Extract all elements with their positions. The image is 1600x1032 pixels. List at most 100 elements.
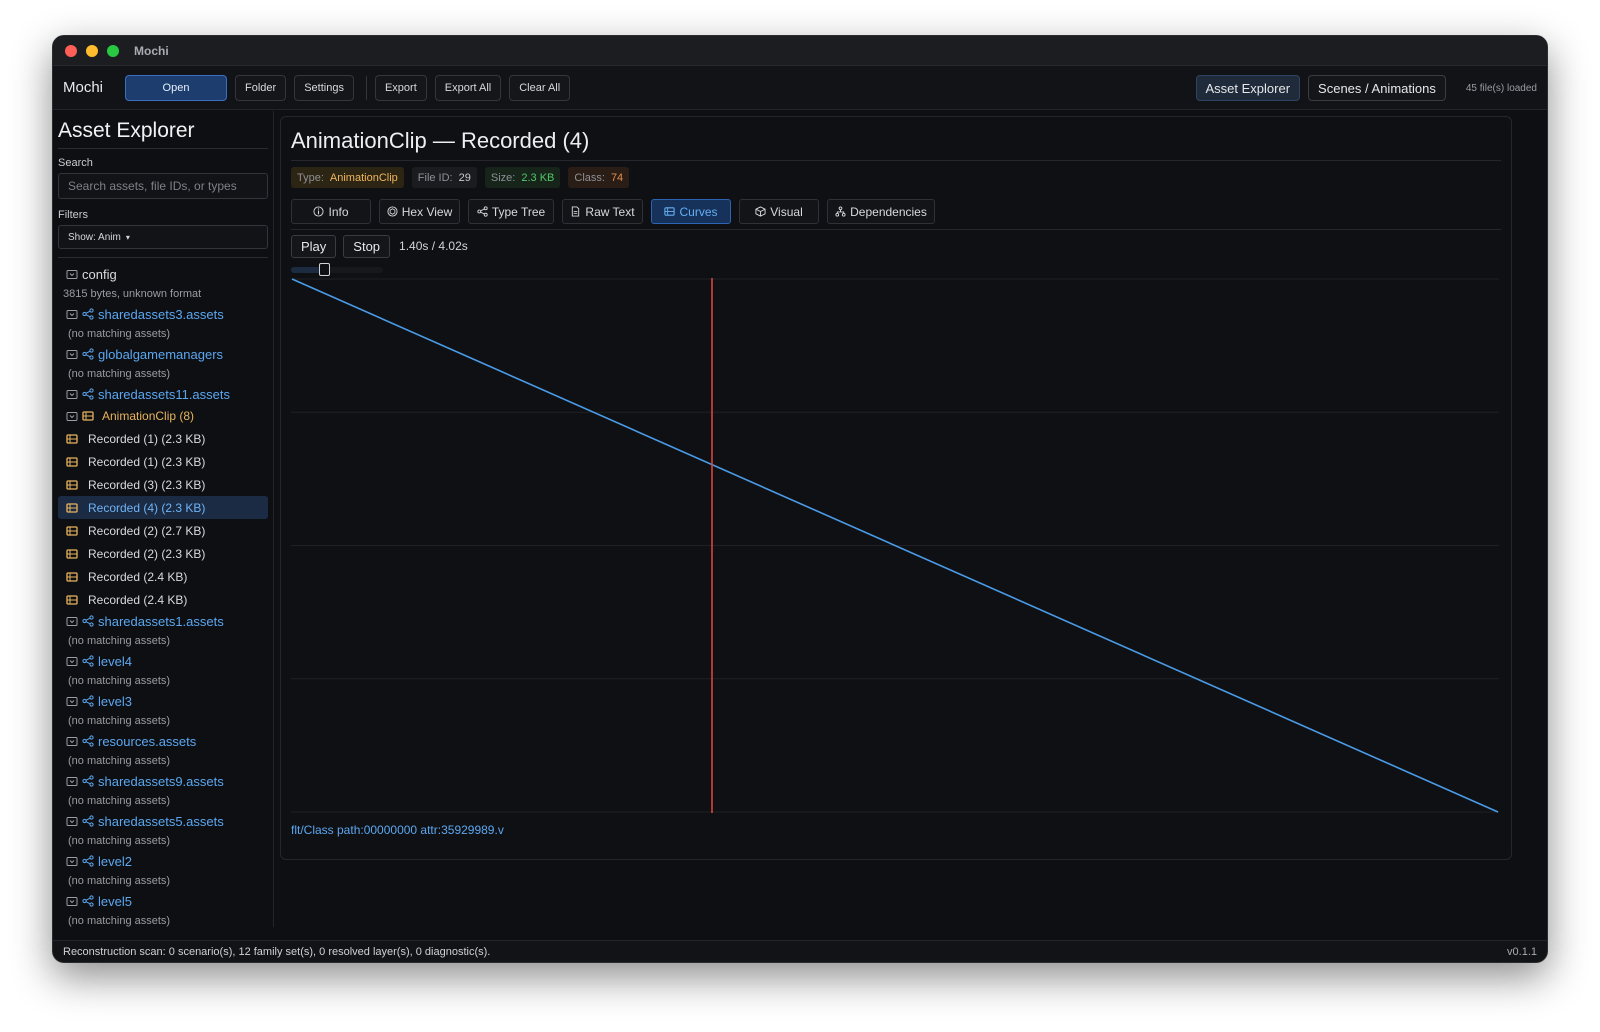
tree-node-config[interactable]: config bbox=[58, 264, 268, 284]
tab-info[interactable]: Info bbox=[291, 199, 371, 224]
film-icon bbox=[66, 479, 78, 490]
search-input[interactable]: Search assets, file IDs, or types bbox=[58, 173, 268, 199]
tab-visual[interactable]: Visual bbox=[739, 199, 819, 224]
filters-divider bbox=[58, 257, 268, 258]
tree-item-label: Recorded (2) (2.7 KB) bbox=[88, 523, 206, 538]
tree-node-file[interactable]: level4 bbox=[58, 651, 268, 671]
folder-button[interactable]: Folder bbox=[235, 74, 287, 101]
folder-icon bbox=[66, 270, 78, 279]
size-badge-value: 2.3 KB bbox=[521, 171, 555, 184]
tree-item-animation-clip[interactable]: Recorded (2) (2.3 KB) bbox=[58, 542, 268, 565]
tree-node-file[interactable]: resources.assets bbox=[58, 731, 268, 751]
tree-node-file[interactable]: sharedassets3.assets bbox=[58, 304, 268, 324]
chevron-down-icon: ▾ bbox=[125, 232, 130, 242]
tab-dependencies[interactable]: Dependencies bbox=[827, 199, 935, 224]
tree-node-file[interactable]: level2 bbox=[58, 851, 268, 871]
tree-item-animation-clip[interactable]: Recorded (2.4 KB) bbox=[58, 565, 268, 588]
play-button[interactable]: Play bbox=[291, 234, 337, 258]
tree-item-label: Recorded (1) (2.3 KB) bbox=[88, 454, 206, 469]
tree-item-animation-clip[interactable]: Recorded (2) (2.7 KB) bbox=[58, 519, 268, 542]
tree-node-label: sharedassets11.assets bbox=[98, 386, 230, 402]
tree-item-animation-clip[interactable]: Recorded (2.4 KB) bbox=[58, 588, 268, 611]
toolbar: Mochi Open Folder Settings Export Export… bbox=[53, 66, 1547, 110]
tree-node-file[interactable]: sharedassets1.assets bbox=[58, 611, 268, 631]
class-badge-label: Class: bbox=[574, 171, 605, 184]
files-loaded-count: 45 file(s) loaded bbox=[1465, 82, 1537, 94]
tree-item-label: Recorded (2) (2.3 KB) bbox=[88, 546, 206, 561]
class-badge-value: 74 bbox=[610, 171, 624, 184]
tree-node-file[interactable]: sharedassets9.assets bbox=[58, 771, 268, 791]
status-text: Reconstruction scan: 0 scenario(s), 12 f… bbox=[63, 945, 491, 958]
folder-icon bbox=[66, 777, 78, 786]
folder-icon bbox=[66, 411, 78, 421]
film-icon bbox=[66, 433, 78, 444]
film-icon bbox=[66, 502, 78, 513]
tree-node-file[interactable]: globalgamemanagers bbox=[58, 344, 268, 364]
fileid-badge-label: File ID: bbox=[417, 171, 453, 184]
folder-icon bbox=[66, 737, 78, 746]
film-icon bbox=[66, 456, 78, 467]
tree-node-file[interactable]: sharedassets5.assets bbox=[58, 811, 268, 831]
tree-item-animation-clip[interactable]: Recorded (1) (2.3 KB) bbox=[58, 450, 268, 473]
tree-node-info: (no matching assets) bbox=[68, 795, 171, 807]
app-brand: Mochi bbox=[63, 79, 104, 96]
document-icon bbox=[572, 206, 580, 217]
close-window-button[interactable] bbox=[65, 44, 77, 57]
nav-asset-explorer-button[interactable]: Asset Explorer bbox=[1195, 75, 1301, 101]
tree-node-label: config bbox=[82, 266, 117, 282]
toolbar-right: Asset Explorer Scenes / Animations 45 fi… bbox=[1188, 66, 1537, 110]
film-icon bbox=[66, 571, 78, 582]
asset-tree: config 3815 bytes, unknown format shared… bbox=[58, 264, 268, 927]
tree-group-animationclip[interactable]: AnimationClip (8) bbox=[58, 404, 268, 427]
tree-node-file[interactable]: sharedassets11.assets bbox=[58, 384, 268, 404]
tab-label: Hex View bbox=[401, 204, 453, 219]
folder-icon bbox=[66, 817, 78, 826]
share-nodes-icon bbox=[477, 206, 488, 217]
tree-item-animation-clip[interactable]: Recorded (1) (2.3 KB) bbox=[58, 427, 268, 450]
export-button[interactable]: Export bbox=[374, 74, 427, 101]
tree-item-animation-clip[interactable]: Recorded (4) (2.3 KB) bbox=[58, 496, 268, 519]
nav-scenes-animations-button[interactable]: Scenes / Animations bbox=[1308, 75, 1446, 101]
minimize-window-button[interactable] bbox=[86, 44, 98, 57]
search-label: Search bbox=[58, 157, 93, 169]
filter-select[interactable]: Show: Anim ▾ bbox=[58, 225, 268, 249]
size-badge: Size: 2.3 KB bbox=[484, 167, 561, 188]
open-button[interactable]: Open bbox=[125, 74, 228, 101]
folder-icon bbox=[66, 310, 78, 319]
curve-chart-svg bbox=[291, 278, 1499, 813]
tree-group-label: AnimationClip (8) bbox=[102, 408, 195, 423]
film-icon bbox=[66, 548, 78, 559]
clear-all-button[interactable]: Clear All bbox=[509, 74, 571, 101]
tree-node-info: (no matching assets) bbox=[68, 328, 171, 340]
tree-node-info: (no matching assets) bbox=[68, 635, 171, 647]
tree-item-animation-clip[interactable]: Recorded (3) (2.3 KB) bbox=[58, 473, 268, 496]
share-nodes-icon bbox=[82, 655, 94, 667]
share-nodes-icon bbox=[82, 388, 94, 400]
tab-curves[interactable]: Curves bbox=[651, 199, 731, 224]
stop-button[interactable]: Stop bbox=[343, 234, 391, 258]
share-nodes-icon bbox=[82, 895, 94, 907]
tab-raw-text[interactable]: Raw Text bbox=[562, 199, 643, 224]
tree-node-file[interactable]: level3 bbox=[58, 691, 268, 711]
tree-node-label: resources.assets bbox=[98, 733, 197, 749]
tree-node-info: (no matching assets) bbox=[68, 875, 171, 887]
status-bar: Reconstruction scan: 0 scenario(s), 12 f… bbox=[53, 940, 1547, 962]
tree-node-info: (no matching assets) bbox=[68, 715, 171, 727]
export-all-button[interactable]: Export All bbox=[434, 74, 502, 101]
timeline-slider[interactable] bbox=[291, 263, 383, 277]
tree-node-info: 3815 bytes, unknown format bbox=[63, 288, 202, 300]
type-badge: Type: AnimationClip bbox=[291, 167, 404, 188]
slider-handle[interactable] bbox=[319, 263, 330, 276]
tree-node-label: level4 bbox=[98, 653, 132, 669]
tree-node-file[interactable]: level5 bbox=[58, 891, 268, 911]
folder-icon bbox=[66, 350, 78, 359]
tab-type-tree[interactable]: Type Tree bbox=[468, 199, 554, 224]
tab-hex-view[interactable]: Hex View bbox=[379, 199, 460, 224]
app-version: v0.1.1 bbox=[1507, 945, 1537, 958]
tree-node-label: sharedassets9.assets bbox=[98, 773, 224, 789]
curve-path-label: flt/Class path:00000000 attr:35929989.v bbox=[291, 823, 504, 837]
film-icon bbox=[664, 207, 676, 216]
settings-button[interactable]: Settings bbox=[294, 74, 354, 101]
zoom-window-button[interactable] bbox=[107, 44, 119, 57]
tree-item-label: Recorded (1) (2.3 KB) bbox=[88, 431, 206, 446]
